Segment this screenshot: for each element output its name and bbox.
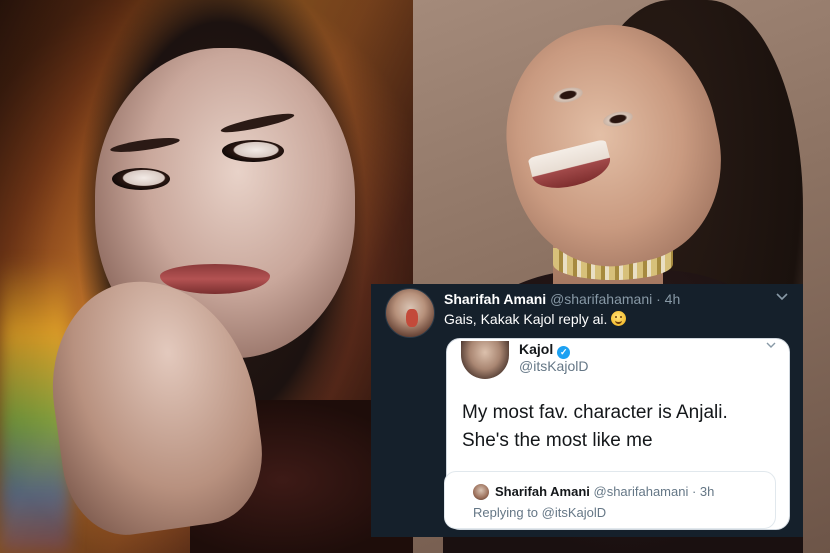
inner-author-handle[interactable]: @sharifahamani (594, 484, 689, 499)
quoted-text-line2: She's the most like me (462, 430, 653, 451)
chevron-down-icon[interactable] (765, 339, 777, 354)
inner-time-separator: · (688, 484, 700, 499)
tweet-header: Sharifah Amani @sharifahamani · 4h (444, 290, 680, 308)
tweet-author-name[interactable]: Sharifah Amani (444, 291, 546, 307)
quoted-author-name[interactable]: Kajol (519, 341, 553, 357)
chevron-down-icon[interactable] (775, 290, 789, 304)
smiling-face-emoji-icon (611, 311, 627, 326)
left-eye (112, 168, 170, 190)
quoted-tweet-text: My most fav. character is Anjali. She's … (462, 399, 782, 455)
tweet-text-content: Gais, Kakak Kajol reply ai. (444, 311, 608, 327)
inner-avatar[interactable] (473, 484, 489, 500)
left-photo (0, 0, 413, 553)
inner-quote-header: Sharifah Amani @sharifahamani · 3h (495, 484, 714, 500)
replying-to-label[interactable]: Replying to @itsKajolD (473, 505, 606, 521)
quoted-text-line1: My most fav. character is Anjali. (462, 402, 728, 423)
inner-author-name[interactable]: Sharifah Amani (495, 484, 590, 499)
tweet-card[interactable]: Sharifah Amani @sharifahamani · 4h Gais,… (371, 284, 803, 537)
inner-quoted-tweet[interactable]: Sharifah Amani @sharifahamani · 3h Reply… (444, 471, 776, 529)
quoted-author-handle[interactable]: @itsKajolD (519, 358, 588, 375)
inner-time[interactable]: 3h (700, 484, 714, 499)
right-eye (222, 140, 284, 162)
tweet-text: Gais, Kakak Kajol reply ai. (444, 310, 627, 328)
time-separator: · (652, 291, 665, 307)
quoted-avatar[interactable] (461, 341, 509, 379)
tweet-author-handle[interactable]: @sharifahamani (550, 291, 652, 307)
avatar[interactable] (385, 288, 435, 338)
quoted-author-name-row: Kajol ✓ (519, 341, 571, 359)
tweet-time[interactable]: 4h (665, 291, 681, 307)
